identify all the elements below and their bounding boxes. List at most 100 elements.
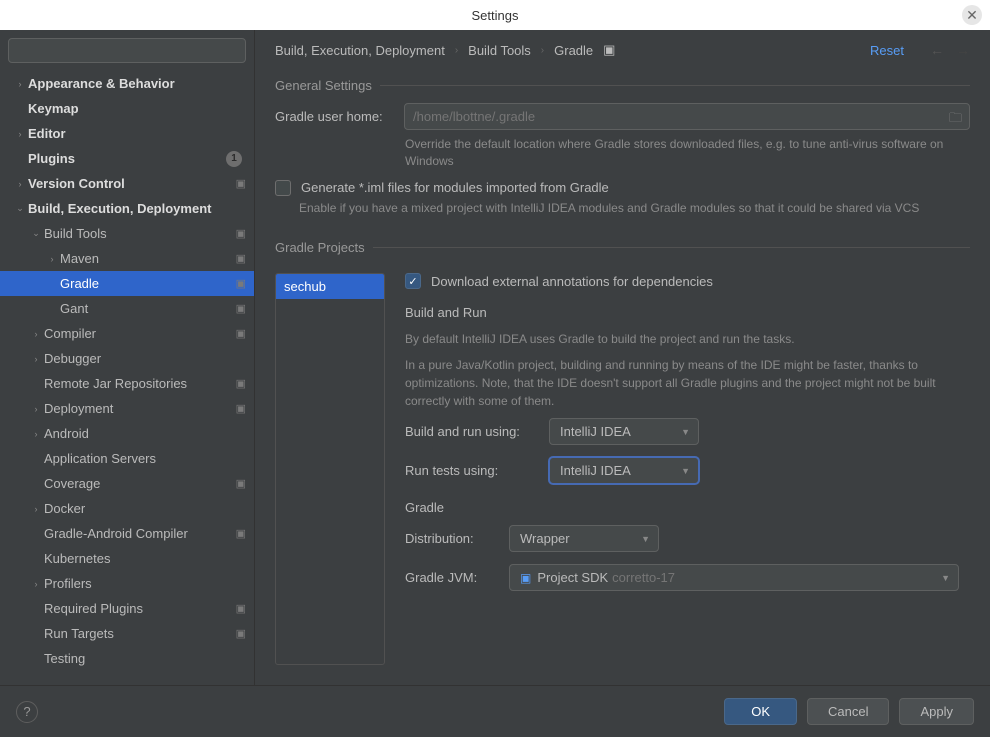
distribution-select[interactable]: Wrapper ▼ [509,525,659,552]
back-icon[interactable]: ← [930,42,944,58]
sidebar-item-gradle[interactable]: Gradle▣ [0,271,254,296]
project-item[interactable]: sechub [276,274,384,299]
sidebar-item-maven[interactable]: ›Maven▣ [0,246,254,271]
sidebar-item-coverage[interactable]: Coverage▣ [0,471,254,496]
main: Q ›Appearance & BehaviorKeymap›EditorPlu… [0,30,990,685]
project-scope-icon: ▣ [236,302,246,315]
chevron-right-icon: › [28,354,44,364]
sidebar-item-android[interactable]: ›Android [0,421,254,446]
distribution-label: Distribution: [405,531,495,546]
sdk-icon: ▣ [520,571,531,585]
chevron-down-icon: ⌄ [12,203,28,214]
sidebar-item-deployment[interactable]: ›Deployment▣ [0,396,254,421]
sidebar-item-label: Maven [60,251,232,266]
sidebar-item-label: Docker [44,501,246,516]
sidebar-item-label: Compiler [44,326,232,341]
help-icon[interactable]: ? [16,701,38,723]
sidebar-item-label: Build Tools [44,226,232,241]
sidebar-item-version-control[interactable]: ›Version Control▣ [0,171,254,196]
chevron-right-icon: › [12,179,28,189]
gradle-home-hint: Override the default location where Grad… [405,136,970,170]
sidebar-item-plugins[interactable]: Plugins1 [0,146,254,171]
chevron-down-icon: ▼ [681,466,690,476]
divider [380,85,970,86]
chevron-down-icon: ▼ [641,534,650,544]
chevron-down-icon: ▼ [941,573,950,583]
divider [373,247,970,248]
sidebar-item-docker[interactable]: ›Docker [0,496,254,521]
project-list[interactable]: sechub [275,273,385,665]
sidebar-item-label: Editor [28,126,246,141]
project-scope-icon: ▣ [236,227,246,240]
sidebar-item-label: Gradle [60,276,232,291]
chevron-right-icon: › [28,579,44,589]
generate-iml-label: Generate *.iml files for modules importe… [301,180,609,195]
build-using-select[interactable]: IntelliJ IDEA ▼ [549,418,699,445]
sidebar-item-build-tools[interactable]: ⌄Build Tools▣ [0,221,254,246]
tests-using-select[interactable]: IntelliJ IDEA ▼ [549,457,699,484]
crumb-1[interactable]: Build Tools [468,43,531,58]
sidebar-item-required-plugins[interactable]: Required Plugins ▣ [0,596,254,621]
sidebar-item-keymap[interactable]: Keymap [0,96,254,121]
sidebar-item-kubernetes[interactable]: Kubernetes [0,546,254,571]
project-scope-icon: ▣ [236,477,246,490]
chevron-right-icon: › [28,404,44,414]
badge: 1 [226,151,242,167]
forward-icon[interactable]: → [956,42,970,58]
project-scope-icon: ▣ [603,42,615,58]
ok-button[interactable]: OK [724,698,797,725]
sidebar-item-appearance-behavior[interactable]: ›Appearance & Behavior [0,71,254,96]
project-scope-icon: ▣ [236,602,246,615]
sidebar-item-label: Kubernetes [44,551,246,566]
gradle-projects-legend: Gradle Projects [275,240,365,255]
gradle-sub-title: Gradle [405,500,970,515]
sidebar-item-gant[interactable]: Gant▣ [0,296,254,321]
gradle-home-input[interactable] [404,103,970,130]
cancel-button[interactable]: Cancel [807,698,889,725]
sidebar: Q ›Appearance & BehaviorKeymap›EditorPlu… [0,30,255,685]
breadcrumb: Build, Execution, Deployment › Build Too… [255,30,990,70]
project-scope-icon: ▣ [236,252,246,265]
download-annotations-checkbox[interactable]: ✓ [405,273,421,289]
titlebar: Settings ✕ [0,0,990,30]
gradle-jvm-select[interactable]: ▣ Project SDK corretto-17 ▼ [509,564,959,591]
sidebar-item-label: Build, Execution, Deployment [28,201,246,216]
footer: ? OK Cancel Apply [0,685,990,737]
sidebar-item-build-execution-deployment[interactable]: ⌄Build, Execution, Deployment [0,196,254,221]
project-scope-icon: ▣ [236,327,246,340]
sidebar-item-label: Required Plugins [44,601,232,616]
sidebar-item-remote-jar-repositories[interactable]: Remote Jar Repositories▣ [0,371,254,396]
folder-icon[interactable]: 🗀 [949,109,962,131]
sidebar-item-compiler[interactable]: ›Compiler ▣ [0,321,254,346]
download-annotations-label: Download external annotations for depend… [431,274,713,289]
chevron-down-icon: ▼ [681,427,690,437]
sidebar-item-label: Plugins [28,151,226,166]
sidebar-item-label: Remote Jar Repositories [44,376,232,391]
chevron-right-icon: › [541,45,544,56]
generate-iml-hint: Enable if you have a mixed project with … [299,200,970,217]
crumb-0[interactable]: Build, Execution, Deployment [275,43,445,58]
sidebar-item-debugger[interactable]: ›Debugger [0,346,254,371]
apply-button[interactable]: Apply [899,698,974,725]
sidebar-item-profilers[interactable]: ›Profilers [0,571,254,596]
sidebar-item-label: Version Control [28,176,232,191]
sidebar-item-label: Run Targets [44,626,232,641]
search-input[interactable] [8,38,246,63]
close-icon[interactable]: ✕ [962,5,982,25]
sidebar-item-application-servers[interactable]: Application Servers [0,446,254,471]
project-scope-icon: ▣ [236,527,246,540]
chevron-right-icon: › [28,329,44,339]
sidebar-item-label: Profilers [44,576,246,591]
chevron-right-icon: › [12,79,28,89]
sidebar-item-run-targets[interactable]: Run Targets▣ [0,621,254,646]
generate-iml-checkbox[interactable] [275,180,291,196]
config-body: General Settings Gradle user home: 🗀 Ove… [255,70,990,685]
build-run-title: Build and Run [405,305,970,320]
build-using-label: Build and run using: [405,424,535,439]
sidebar-item-testing[interactable]: Testing [0,646,254,671]
chevron-right-icon: › [455,45,458,56]
sidebar-item-gradle-android-compiler[interactable]: Gradle-Android Compiler▣ [0,521,254,546]
crumb-2[interactable]: Gradle [554,43,593,58]
sidebar-item-editor[interactable]: ›Editor [0,121,254,146]
reset-link[interactable]: Reset [870,43,904,58]
